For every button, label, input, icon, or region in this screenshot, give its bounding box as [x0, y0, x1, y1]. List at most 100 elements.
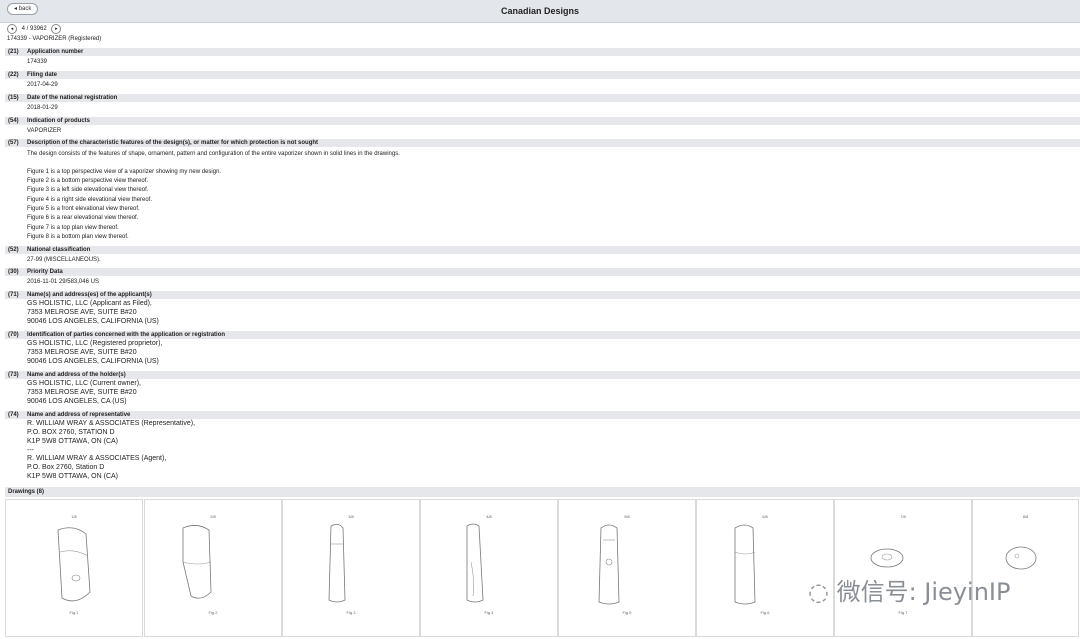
- description-line: Figure 5 is a front elevational view the…: [27, 206, 140, 212]
- drawing-number: 6/8: [762, 514, 768, 519]
- section-label: Application number: [27, 49, 84, 55]
- section-label: Filing date: [27, 72, 57, 78]
- products-value: VAPORIZER: [27, 128, 62, 134]
- section-priority-data: (30) Priority Data: [5, 268, 1080, 276]
- section-label: Indication of products: [27, 118, 90, 124]
- drawing-caption: Fig.1: [69, 610, 79, 615]
- description-line: Figure 8 is a bottom plan view thereof.: [27, 234, 129, 240]
- drawing-thumbnail-1[interactable]: 1/8 Fig.1: [5, 499, 143, 637]
- section-code: (57): [8, 140, 19, 146]
- section-indication-of-products: (54) Indication of products: [5, 117, 1080, 125]
- section-representative: (74) Name and address of representative: [5, 411, 1080, 419]
- section-code: (74): [8, 412, 19, 418]
- section-parties: (70) Identification of parties concerned…: [5, 331, 1080, 339]
- drawing-number: 4/8: [486, 514, 492, 519]
- section-label: Name and address of the holder(s): [27, 372, 126, 378]
- representative-line: K1P 5W8 OTTAWA, ON (CA): [27, 473, 119, 480]
- classification-value: 27-99 (MISCELLANEOUS).: [27, 257, 101, 263]
- drawing-thumbnail-2[interactable]: 2/8 Fig.2: [144, 499, 282, 637]
- section-label: National classification: [27, 247, 91, 253]
- section-applicant: (71) Name(s) and address(es) of the appl…: [5, 291, 1080, 299]
- record-subtitle: 174339 - VAPORIZER (Registered): [7, 36, 102, 42]
- drawing-number: 5/8: [624, 514, 630, 519]
- drawing-number: 2/8: [210, 514, 216, 519]
- watermark-text: 微信号: JieyinIP: [836, 578, 1011, 606]
- section-description: (57) Description of the characteristic f…: [5, 139, 1080, 147]
- drawing-number: 1/8: [71, 514, 77, 519]
- section-code: (70): [8, 332, 19, 338]
- wechat-icon: ◌: [808, 578, 829, 606]
- drawing-caption: Fig.2: [208, 610, 218, 615]
- vaporizer-drawing: [466, 523, 484, 603]
- section-label: Name(s) and address(es) of the applicant…: [27, 292, 152, 298]
- holder-line: GS HOLISTIC, LLC (Current owner),: [27, 380, 141, 387]
- section-application-number: (21) Application number: [5, 48, 1080, 56]
- parties-line: 7353 MELROSE AVE, SUITE B#20: [27, 349, 137, 356]
- drawing-thumbnail-4[interactable]: 4/8 Fig.4: [420, 499, 558, 637]
- section-label: Name and address of representative: [27, 412, 131, 418]
- filing-date-value: 2017-04-29: [27, 82, 58, 88]
- representative-line: R. WILLIAM WRAY & ASSOCIATES (Agent),: [27, 455, 167, 462]
- drawing-number: 7/8: [900, 514, 906, 519]
- national-registration-value: 2018-01-29: [27, 105, 58, 111]
- representative-line: P.O. Box 2760, Station D: [27, 464, 105, 471]
- record-navigator: ◂ 4 / 93962 ▸: [7, 24, 62, 34]
- prev-record-button[interactable]: ◂: [7, 24, 17, 34]
- parties-line: 90046 LOS ANGELES, CALIFORNIA (US): [27, 358, 159, 365]
- drawing-thumbnail-8[interactable]: 8/8: [972, 499, 1079, 637]
- drawings-header: Drawings (8): [5, 487, 1080, 497]
- next-record-button[interactable]: ▸: [51, 24, 62, 34]
- section-national-classification: (52) National classification: [5, 246, 1080, 254]
- representative-line: K1P 5W8 OTTAWA, ON (CA): [27, 438, 119, 445]
- description-line: Figure 3 is a left side elevational view…: [27, 187, 149, 193]
- section-code: (15): [8, 95, 19, 101]
- vaporizer-drawing: [57, 527, 91, 602]
- drawing-caption: Fig.7: [898, 610, 908, 615]
- section-code: (73): [8, 372, 19, 378]
- section-label: Description of the characteristic featur…: [27, 140, 319, 146]
- section-filing-date: (22) Filing date: [5, 71, 1080, 79]
- vaporizer-drawing: [328, 524, 346, 603]
- description-line: The design consists of the features of s…: [27, 151, 400, 157]
- section-label: Priority Data: [27, 269, 63, 275]
- applicant-line: GS HOLISTIC, LLC (Applicant as Filed),: [27, 300, 152, 307]
- holder-line: 7353 MELROSE AVE, SUITE B#20: [27, 389, 137, 396]
- page-title: Canadian Designs: [500, 6, 580, 16]
- drawing-caption: Fig.4: [484, 610, 494, 615]
- section-code: (52): [8, 247, 19, 253]
- section-code: (71): [8, 292, 19, 298]
- drawing-thumbnail-3[interactable]: 3/8 Fig.3: [282, 499, 420, 637]
- applicant-line: 90046 LOS ANGELES, CALIFORNIA (US): [27, 318, 159, 325]
- holder-line: 90046 LOS ANGELES, CA (US): [27, 398, 127, 405]
- section-holder: (73) Name and address of the holder(s): [5, 371, 1080, 379]
- priority-value: 2016-11-01 29/583,046 US: [27, 279, 99, 285]
- drawing-thumbnail-5[interactable]: 5/8 Fig.5: [558, 499, 696, 637]
- section-code: (22): [8, 72, 19, 78]
- section-code: (30): [8, 269, 19, 275]
- section-national-registration: (15) Date of the national registration: [5, 94, 1080, 102]
- drawing-caption: Fig.3: [346, 610, 356, 615]
- description-line: Figure 1 is a top perspective view of a …: [27, 169, 222, 175]
- description-line: Figure 2 is a bottom perspective view th…: [27, 178, 149, 184]
- application-number-value: 174339: [27, 59, 48, 65]
- section-label: Date of the national registration: [27, 95, 118, 101]
- description-line: Figure 6 is a rear elevational view ther…: [27, 215, 139, 221]
- representative-line: P.O. BOX 2760, STATION D: [27, 429, 115, 436]
- vaporizer-drawing: [182, 525, 212, 599]
- description-line: Figure 4 is a right side elevational vie…: [27, 197, 153, 203]
- drawing-caption: Fig.6: [760, 610, 770, 615]
- drawings-gallery: 1/8 Fig.1 2/8 Fig.2 3/8 Fig.3 4/8 Fig.4 …: [5, 499, 1080, 637]
- vaporizer-drawing: [598, 524, 620, 605]
- section-label: Identification of parties concerned with…: [27, 332, 226, 338]
- section-code: (21): [8, 49, 19, 55]
- description-line: Figure 7 is a top plan view thereof.: [27, 225, 119, 231]
- drawing-number: 3/8: [348, 514, 354, 519]
- drawing-caption: Fig.5: [622, 610, 632, 615]
- section-code: (54): [8, 118, 19, 124]
- drawing-thumbnail-6[interactable]: 6/8 Fig.6: [696, 499, 834, 637]
- drawing-thumbnail-7[interactable]: 7/8 Fig.7: [834, 499, 972, 637]
- drawing-number: 8/8: [1022, 514, 1029, 519]
- applicant-line: 7353 MELROSE AVE, SUITE B#20: [27, 309, 137, 316]
- wechat-watermark: ◌ 微信号: JieyinIP: [808, 572, 1010, 607]
- record-position: 4 / 93962: [21, 26, 47, 32]
